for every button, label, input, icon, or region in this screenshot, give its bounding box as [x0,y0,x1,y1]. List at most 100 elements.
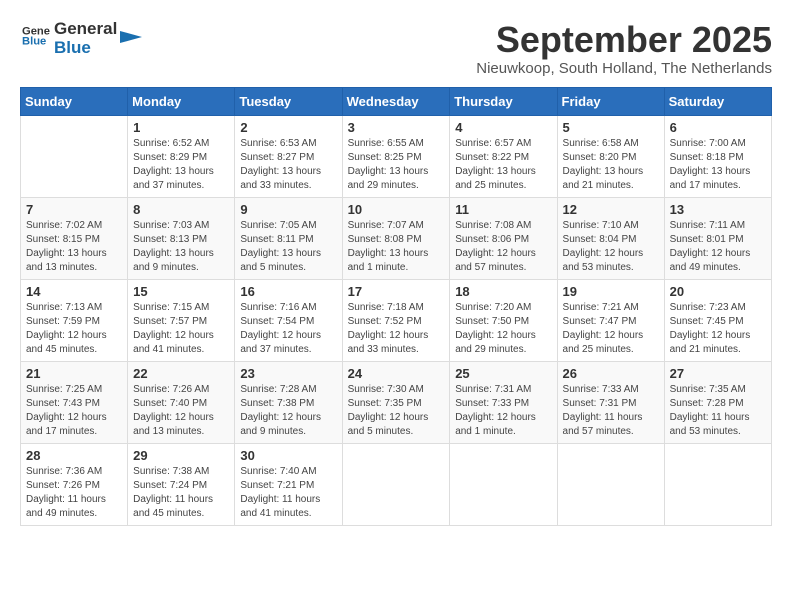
day-info: Sunrise: 7:31 AMSunset: 7:33 PMDaylight:… [455,383,551,439]
weekday-header-friday: Friday [557,87,664,115]
day-info: Sunrise: 7:28 AMSunset: 7:38 PMDaylight:… [240,383,336,439]
calendar-cell: 3 Sunrise: 6:55 AMSunset: 8:25 PMDaylight… [342,115,450,197]
calendar-cell: 15 Sunrise: 7:15 AMSunset: 7:57 PMDayligh… [128,279,235,361]
day-info: Sunrise: 7:23 AMSunset: 7:45 PMDaylight:… [670,301,766,357]
day-number: 25 [455,366,551,381]
calendar-cell: 2 Sunrise: 6:53 AMSunset: 8:27 PMDaylight… [235,115,342,197]
calendar-cell: 12 Sunrise: 7:10 AMSunset: 8:04 PMDayligh… [557,197,664,279]
calendar-cell: 9 Sunrise: 7:05 AMSunset: 8:11 PMDaylight… [235,197,342,279]
day-info: Sunrise: 6:52 AMSunset: 8:29 PMDaylight:… [133,137,229,193]
weekday-header-wednesday: Wednesday [342,87,450,115]
day-info: Sunrise: 7:13 AMSunset: 7:59 PMDaylight:… [26,301,122,357]
day-number: 27 [670,366,766,381]
day-info: Sunrise: 7:38 AMSunset: 7:24 PMDaylight:… [133,465,229,521]
day-info: Sunrise: 7:25 AMSunset: 7:43 PMDaylight:… [26,383,122,439]
calendar-cell: 8 Sunrise: 7:03 AMSunset: 8:13 PMDaylight… [128,197,235,279]
day-number: 24 [348,366,445,381]
day-number: 10 [348,202,445,217]
location-text: Nieuwkoop, South Holland, The Netherland… [476,60,772,77]
calendar-cell: 25 Sunrise: 7:31 AMSunset: 7:33 PMDayligh… [450,361,557,443]
month-title: September 2025 [476,20,772,60]
day-info: Sunrise: 7:16 AMSunset: 7:54 PMDaylight:… [240,301,336,357]
day-info: Sunrise: 7:33 AMSunset: 7:31 PMDaylight:… [563,383,659,439]
page-header: General Blue General Blue September 2025… [20,20,772,77]
day-info: Sunrise: 6:55 AMSunset: 8:25 PMDaylight:… [348,137,445,193]
day-number: 20 [670,284,766,299]
weekday-header-row: SundayMondayTuesdayWednesdayThursdayFrid… [21,87,772,115]
calendar-cell: 28 Sunrise: 7:36 AMSunset: 7:26 PMDayligh… [21,443,128,525]
calendar-cell: 16 Sunrise: 7:16 AMSunset: 7:54 PMDayligh… [235,279,342,361]
day-number: 16 [240,284,336,299]
calendar-table: SundayMondayTuesdayWednesdayThursdayFrid… [20,87,772,526]
calendar-cell [21,115,128,197]
weekday-header-thursday: Thursday [450,87,557,115]
day-info: Sunrise: 7:30 AMSunset: 7:35 PMDaylight:… [348,383,445,439]
calendar-cell: 24 Sunrise: 7:30 AMSunset: 7:35 PMDayligh… [342,361,450,443]
day-info: Sunrise: 7:05 AMSunset: 8:11 PMDaylight:… [240,219,336,275]
day-number: 15 [133,284,229,299]
calendar-cell: 29 Sunrise: 7:38 AMSunset: 7:24 PMDayligh… [128,443,235,525]
calendar-cell: 27Sunrise: 7:35 AMSunset: 7:28 PMDayligh… [664,361,771,443]
calendar-cell: 23Sunrise: 7:28 AMSunset: 7:38 PMDayligh… [235,361,342,443]
day-number: 1 [133,120,229,135]
day-info: Sunrise: 6:57 AMSunset: 8:22 PMDaylight:… [455,137,551,193]
week-row-3: 14 Sunrise: 7:13 AMSunset: 7:59 PMDayligh… [21,279,772,361]
calendar-cell: 20 Sunrise: 7:23 AMSunset: 7:45 PMDayligh… [664,279,771,361]
svg-text:Blue: Blue [22,36,46,48]
day-number: 5 [563,120,659,135]
day-number: 17 [348,284,445,299]
day-number: 8 [133,202,229,217]
day-info: Sunrise: 7:40 AMSunset: 7:21 PMDaylight:… [240,465,336,521]
calendar-cell: 13Sunrise: 7:11 AMSunset: 8:01 PMDayligh… [664,197,771,279]
calendar-cell: 21 Sunrise: 7:25 AMSunset: 7:43 PMDayligh… [21,361,128,443]
day-number: 12 [563,202,659,217]
calendar-cell: 30 Sunrise: 7:40 AMSunset: 7:21 PMDayligh… [235,443,342,525]
day-number: 28 [26,448,122,463]
title-block: September 2025 Nieuwkoop, South Holland,… [476,20,772,77]
day-info: Sunrise: 7:26 AMSunset: 7:40 PMDaylight:… [133,383,229,439]
week-row-1: 1 Sunrise: 6:52 AMSunset: 8:29 PMDaylight… [21,115,772,197]
calendar-cell: 19Sunrise: 7:21 AMSunset: 7:47 PMDayligh… [557,279,664,361]
day-info: Sunrise: 7:15 AMSunset: 7:57 PMDaylight:… [133,301,229,357]
calendar-cell [342,443,450,525]
calendar-cell: 22Sunrise: 7:26 AMSunset: 7:40 PMDayligh… [128,361,235,443]
weekday-header-saturday: Saturday [664,87,771,115]
calendar-cell [664,443,771,525]
day-number: 9 [240,202,336,217]
day-info: Sunrise: 7:00 AMSunset: 8:18 PMDaylight:… [670,137,766,193]
day-number: 29 [133,448,229,463]
day-number: 30 [240,448,336,463]
day-number: 2 [240,120,336,135]
day-info: Sunrise: 6:53 AMSunset: 8:27 PMDaylight:… [240,137,336,193]
weekday-header-sunday: Sunday [21,87,128,115]
calendar-cell: 11 Sunrise: 7:08 AMSunset: 8:06 PMDayligh… [450,197,557,279]
day-number: 11 [455,202,551,217]
day-info: Sunrise: 6:58 AMSunset: 8:20 PMDaylight:… [563,137,659,193]
calendar-cell [450,443,557,525]
day-info: Sunrise: 7:18 AMSunset: 7:52 PMDaylight:… [348,301,445,357]
day-info: Sunrise: 7:02 AMSunset: 8:15 PMDaylight:… [26,219,122,275]
day-number: 26 [563,366,659,381]
day-number: 3 [348,120,445,135]
day-info: Sunrise: 7:08 AMSunset: 8:06 PMDaylight:… [455,219,551,275]
day-info: Sunrise: 7:03 AMSunset: 8:13 PMDaylight:… [133,219,229,275]
day-info: Sunrise: 7:36 AMSunset: 7:26 PMDaylight:… [26,465,122,521]
calendar-cell: 18 Sunrise: 7:20 AMSunset: 7:50 PMDayligh… [450,279,557,361]
day-number: 21 [26,366,122,381]
day-info: Sunrise: 7:07 AMSunset: 8:08 PMDaylight:… [348,219,445,275]
day-number: 18 [455,284,551,299]
calendar-cell: 1 Sunrise: 6:52 AMSunset: 8:29 PMDaylight… [128,115,235,197]
calendar-cell: 7Sunrise: 7:02 AMSunset: 8:15 PMDaylight… [21,197,128,279]
weekday-header-monday: Monday [128,87,235,115]
logo-general-text: General [54,20,117,39]
logo-arrow-icon [120,26,142,48]
day-number: 14 [26,284,122,299]
day-number: 6 [670,120,766,135]
day-info: Sunrise: 7:10 AMSunset: 8:04 PMDaylight:… [563,219,659,275]
week-row-5: 28 Sunrise: 7:36 AMSunset: 7:26 PMDayligh… [21,443,772,525]
logo: General Blue General Blue [20,20,142,57]
day-number: 19 [563,284,659,299]
day-info: Sunrise: 7:20 AMSunset: 7:50 PMDaylight:… [455,301,551,357]
day-number: 13 [670,202,766,217]
calendar-cell: 14 Sunrise: 7:13 AMSunset: 7:59 PMDayligh… [21,279,128,361]
